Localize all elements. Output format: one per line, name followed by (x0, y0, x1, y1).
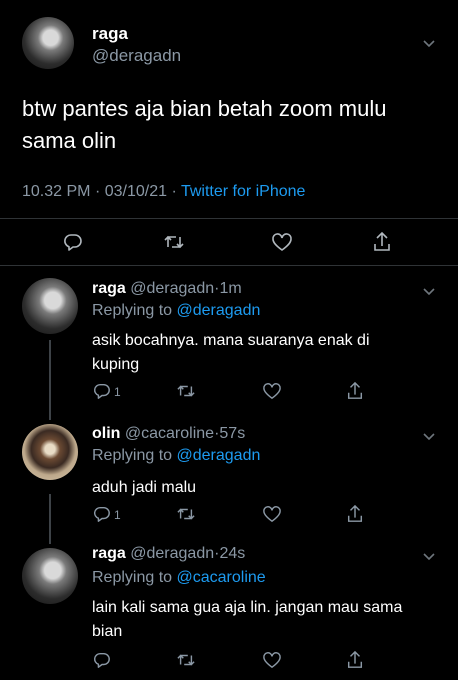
reply-count: 1 (114, 508, 121, 522)
replying-to-label: Replying to (92, 569, 173, 586)
separator: · (171, 183, 177, 200)
chevron-down-icon[interactable] (422, 36, 436, 52)
share-icon[interactable] (346, 381, 364, 401)
display-name[interactable]: olin (92, 425, 120, 442)
chevron-down-icon[interactable] (422, 284, 436, 300)
replying-to: Replying to @cacaroline (92, 569, 266, 587)
tweet-text-line: btw pantes aja bian betah zoom mulu (22, 96, 387, 121)
tweet-age[interactable]: 57s (219, 425, 245, 442)
reply-text-line: bian (92, 623, 123, 640)
reply-icon[interactable] (93, 651, 111, 669)
reply-header: raga @deragadn·1m (92, 280, 242, 298)
tweet-age[interactable]: 24s (219, 545, 245, 562)
divider (0, 265, 458, 266)
display-name[interactable]: raga (92, 24, 128, 44)
replying-to-link[interactable]: @deragadn (177, 302, 261, 319)
avatar[interactable] (22, 17, 74, 69)
reply-icon[interactable] (93, 382, 111, 400)
reply-text-line: aduh jadi malu (92, 479, 197, 496)
handle[interactable]: @deragadn (130, 280, 214, 297)
reply-icon[interactable] (63, 232, 83, 252)
retweet-icon[interactable] (176, 505, 196, 523)
reply-text: aduh jadi malu (92, 476, 442, 500)
replying-to: Replying to @deragadn (92, 447, 260, 465)
tweet-text-line: sama olin (22, 128, 117, 153)
replying-to-link[interactable]: @cacaroline (177, 569, 266, 586)
thread-line (49, 494, 51, 544)
reply-icon[interactable] (93, 505, 111, 523)
display-name[interactable]: raga (92, 280, 126, 297)
tweet-source-link[interactable]: Twitter for iPhone (181, 183, 306, 200)
retweet-icon[interactable] (176, 382, 196, 400)
chevron-down-icon[interactable] (422, 549, 436, 565)
share-icon[interactable] (346, 650, 364, 670)
thread-line (49, 340, 51, 420)
share-icon[interactable] (346, 504, 364, 524)
retweet-icon[interactable] (163, 232, 185, 252)
separator: · (94, 183, 101, 200)
reply-text: asik bocahnya. mana suaranya enak di kup… (92, 329, 442, 377)
tweet-age[interactable]: 1m (219, 280, 241, 297)
replying-to-label: Replying to (92, 302, 173, 319)
like-icon[interactable] (262, 651, 282, 669)
tweet-date[interactable]: 03/10/21 (105, 183, 167, 200)
reply-text: lain kali sama gua aja lin. jangan mau s… (92, 596, 452, 644)
reply-header: olin @cacaroline·57s (92, 425, 245, 443)
handle[interactable]: @cacaroline (125, 425, 214, 442)
reply-text-line: kuping (92, 356, 140, 373)
tweet-time[interactable]: 10.32 PM (22, 183, 90, 200)
replying-to-link[interactable]: @deragadn (177, 447, 261, 464)
share-icon[interactable] (372, 231, 392, 253)
reply-text-line: lain kali sama gua aja lin. jangan mau s… (92, 599, 403, 616)
avatar[interactable] (22, 548, 78, 604)
like-icon[interactable] (262, 382, 282, 400)
reply-text-line: asik bocahnya. mana suaranya enak di (92, 332, 370, 349)
handle[interactable]: @deragadn (130, 545, 214, 562)
display-name[interactable]: raga (92, 545, 126, 562)
handle[interactable]: @deragadn (92, 46, 181, 66)
replying-to: Replying to @deragadn (92, 302, 260, 320)
reply-count: 1 (114, 385, 121, 399)
reply-header: raga @deragadn·24s (92, 545, 245, 563)
like-icon[interactable] (271, 232, 293, 252)
tweet-meta: 10.32 PM · 03/10/21 · Twitter for iPhone (22, 183, 305, 201)
avatar[interactable] (22, 278, 78, 334)
avatar[interactable] (22, 424, 78, 480)
tweet-text: btw pantes aja bian betah zoom mulu sama… (22, 93, 442, 157)
chevron-down-icon[interactable] (422, 429, 436, 445)
retweet-icon[interactable] (176, 651, 196, 669)
replying-to-label: Replying to (92, 447, 173, 464)
divider (0, 218, 458, 219)
like-icon[interactable] (262, 505, 282, 523)
